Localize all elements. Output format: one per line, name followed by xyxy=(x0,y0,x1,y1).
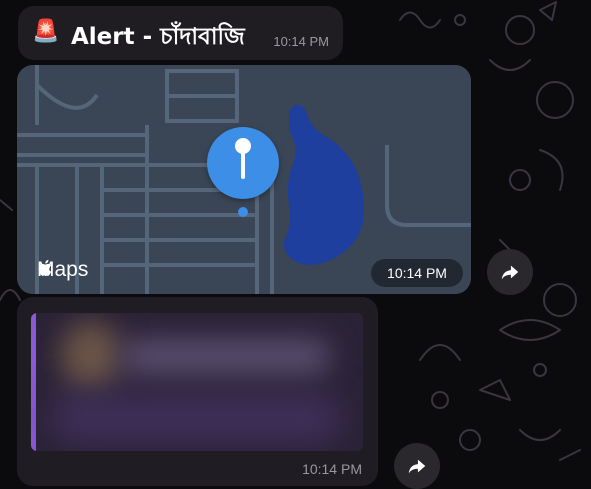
location-map-message[interactable]: Maps 10:14 PM xyxy=(17,65,471,294)
pin-stem xyxy=(241,151,245,179)
link-preview-card[interactable] xyxy=(31,313,363,451)
location-pin-icon[interactable] xyxy=(207,127,279,199)
alert-message-text: Alert - চাঁদাবাজি xyxy=(71,24,245,50)
alert-message-bubble[interactable]: 🚨 Alert - চাঁদাবাজি 10:14 PM xyxy=(18,6,343,60)
forward-arrow-icon xyxy=(501,265,519,280)
message-timestamp: 10:14 PM xyxy=(302,461,362,477)
blurred-preview-body xyxy=(51,393,341,443)
forward-button[interactable] xyxy=(487,249,533,295)
message-timestamp: 10:14 PM xyxy=(273,34,329,49)
apple-icon xyxy=(38,259,52,276)
blurred-preview-title xyxy=(121,339,331,375)
location-dot xyxy=(238,207,248,217)
siren-emoji-icon: 🚨 xyxy=(32,19,60,44)
forward-arrow-icon xyxy=(408,459,426,474)
message-timestamp: 10:14 PM xyxy=(371,259,463,287)
preview-accent-bar xyxy=(31,313,36,451)
apple-maps-logo: Maps xyxy=(37,258,88,282)
blurred-thumbnail xyxy=(61,321,121,391)
forward-button[interactable] xyxy=(394,443,440,489)
link-preview-message[interactable]: 10:14 PM xyxy=(17,297,378,486)
